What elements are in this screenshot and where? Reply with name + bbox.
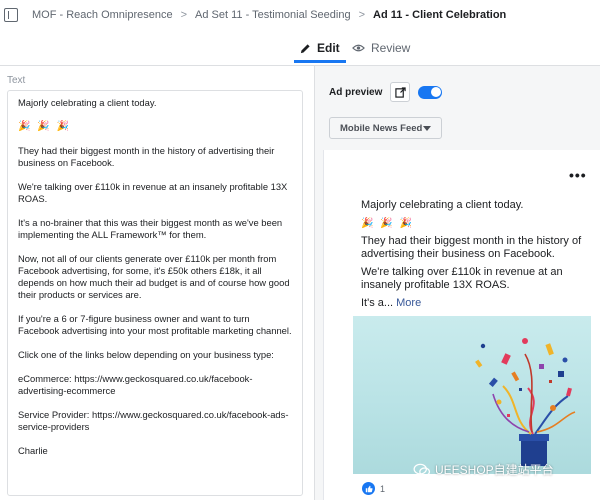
ad-preview-text: Majorly celebrating a client today. 🎉 🎉 … xyxy=(361,199,593,315)
tab-edit-label: Edit xyxy=(317,41,340,55)
placement-selected-value: Mobile News Feed xyxy=(340,122,423,134)
like-count: 1 xyxy=(380,483,386,494)
party-popper-illustration xyxy=(475,338,576,466)
breadcrumb-separator: > xyxy=(180,9,188,21)
text-paragraph: 🎉 🎉 🎉 xyxy=(18,121,71,132)
watermark-text: UEESHOP自建站平台 xyxy=(435,463,554,477)
placement-dropdown[interactable]: Mobile News Feed xyxy=(329,117,442,139)
active-tab-indicator xyxy=(294,60,346,63)
breadcrumb: MOF - Reach Omnipresence > Ad Set 11 - T… xyxy=(0,0,600,30)
primary-text-editor[interactable]: Majorly celebrating a client today. 🎉 🎉 … xyxy=(7,90,303,496)
open-in-new-icon[interactable] xyxy=(390,82,411,102)
caret-down-icon xyxy=(423,125,431,131)
breadcrumb-separator: > xyxy=(358,9,366,21)
like-icon xyxy=(362,482,375,495)
text-paragraph: eCommerce: https://www.geckosquared.co.u… xyxy=(18,373,253,396)
tab-review-label: Review xyxy=(371,41,411,55)
ad-text-paragraph: We're talking over £110k in revenue at a… xyxy=(361,266,563,291)
ad-text-paragraph: 🎉 🎉 🎉 xyxy=(361,218,414,229)
ad-preview-header: Ad preview xyxy=(329,81,443,103)
breadcrumb-campaign[interactable]: MOF - Reach Omnipresence xyxy=(32,9,173,21)
text-paragraph: Charlie xyxy=(18,445,48,456)
text-paragraph: They had their biggest month in the hist… xyxy=(18,145,275,168)
watermark: UEESHOP自建站平台 xyxy=(413,461,554,478)
text-paragraph: Majorly celebrating a client today. xyxy=(18,97,157,108)
column-divider xyxy=(314,66,315,500)
text-paragraph: Click one of the links below depending o… xyxy=(18,349,274,360)
sidebar-collapse-icon[interactable] xyxy=(4,8,18,22)
text-paragraph: If you're a 6 or 7-figure business owner… xyxy=(18,313,292,336)
text-paragraph: We're talking over £110k in revenue at a… xyxy=(18,181,288,204)
ad-text-paragraph: Majorly celebrating a client today. xyxy=(361,199,524,211)
preview-toggle[interactable] xyxy=(418,85,443,99)
see-more-link[interactable]: More xyxy=(396,297,421,309)
reaction-summary[interactable]: 1 xyxy=(362,482,385,495)
tab-review[interactable]: Review xyxy=(352,30,410,66)
text-paragraph: Now, not all of our clients generate ove… xyxy=(18,253,290,300)
pencil-icon xyxy=(300,43,310,53)
ad-text-paragraph: They had their biggest month in the hist… xyxy=(361,235,582,260)
text-field-label: Text xyxy=(7,75,26,86)
wechat-icon xyxy=(413,463,431,476)
breadcrumb-ad-set[interactable]: Ad Set 11 - Testimonial Seeding xyxy=(195,9,351,21)
breadcrumb-ad[interactable]: Ad 11 - Client Celebration xyxy=(373,9,506,21)
ad-preview-label: Ad preview xyxy=(329,86,383,98)
truncated-prefix: It's a... xyxy=(361,297,394,309)
eye-icon xyxy=(352,44,365,52)
ad-text-truncated: It's a... More xyxy=(361,297,593,310)
ad-creative-image xyxy=(353,316,591,474)
text-paragraph: It's a no-brainer that this was their bi… xyxy=(18,217,283,240)
text-paragraph: Service Provider: https://www.geckosquar… xyxy=(18,409,289,432)
more-options-icon[interactable]: ••• xyxy=(569,167,587,183)
